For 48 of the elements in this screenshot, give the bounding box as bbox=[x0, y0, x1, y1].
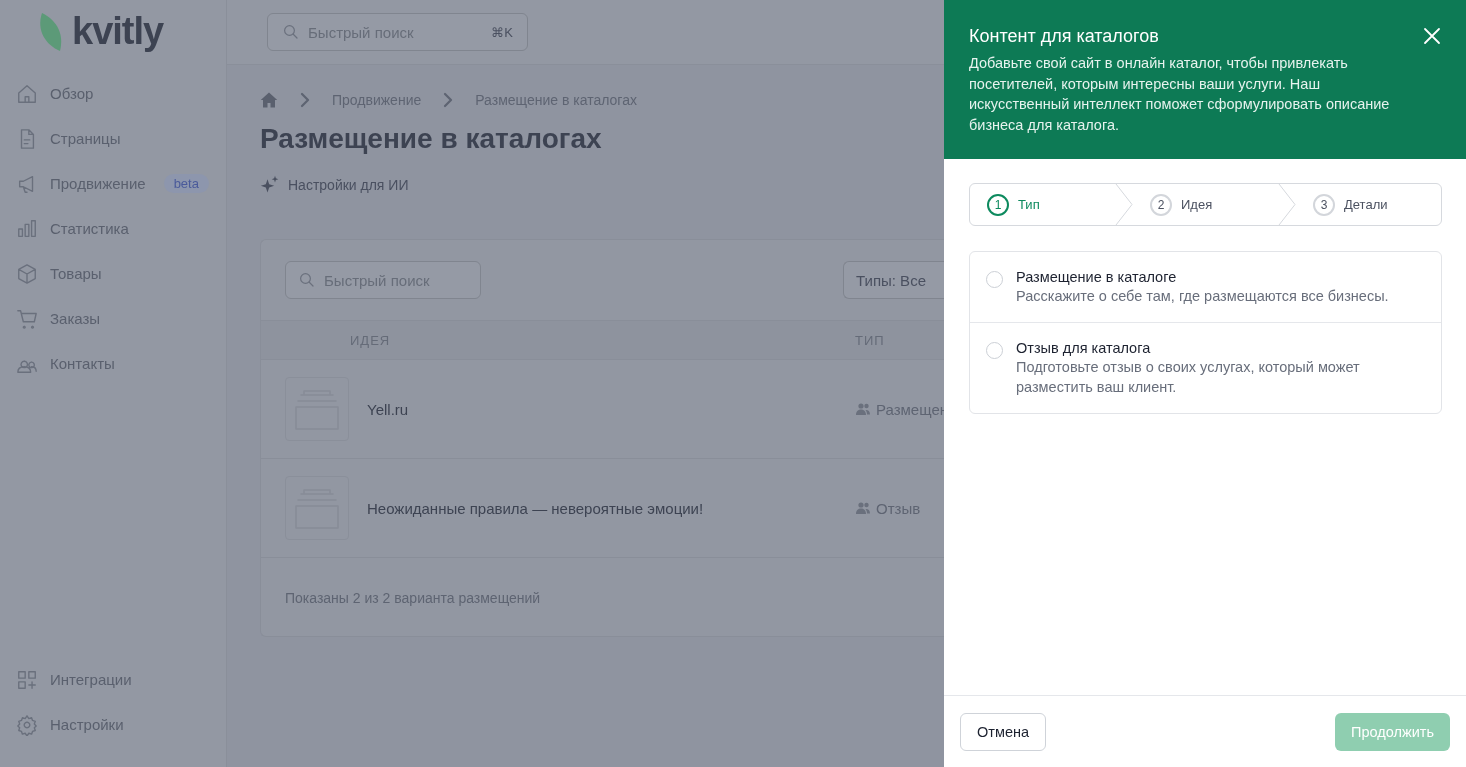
home-icon bbox=[16, 82, 38, 105]
people-icon bbox=[855, 500, 871, 516]
option-description: Расскажите о себе там, где размещаются все бизнесы. bbox=[1016, 287, 1389, 306]
option-title: Отзыв для каталога bbox=[1016, 340, 1152, 356]
option-description: Подготовьте отзыв о своих услугах, который может разместить ваш клиент. bbox=[1016, 358, 1361, 397]
sidebar-item[interactable]: Продвижение beta bbox=[0, 161, 226, 206]
cube-icon bbox=[16, 262, 38, 285]
sidebar-item[interactable]: Настройки bbox=[0, 702, 226, 747]
step[interactable]: 2 Идея bbox=[1133, 184, 1278, 225]
option-title: Размещение в каталоге bbox=[1016, 269, 1178, 285]
close-button[interactable] bbox=[1422, 26, 1442, 46]
idea-title[interactable]: Неожиданные правила — невероятные эмоции! bbox=[367, 499, 704, 517]
sidebar-item[interactable]: Статистика bbox=[0, 206, 226, 251]
search-icon bbox=[298, 271, 316, 289]
sidebar-label: Статистика bbox=[50, 220, 129, 237]
sidebar-item[interactable]: Страницы bbox=[0, 116, 226, 161]
bar-chart-icon bbox=[16, 217, 38, 240]
sidebar-label: Товары bbox=[50, 265, 102, 282]
sparkle-icon bbox=[260, 175, 280, 195]
sidebar-item[interactable]: Интеграции bbox=[0, 657, 226, 702]
sidebar-label: Настройки bbox=[50, 716, 124, 733]
page-title: Размещение в каталогах bbox=[260, 123, 603, 155]
sidebar-label: Интеграции bbox=[50, 671, 132, 688]
sidebar-label: Страницы bbox=[50, 130, 121, 147]
home-icon[interactable] bbox=[260, 91, 278, 109]
gear-icon bbox=[16, 713, 38, 736]
grid-plus-icon bbox=[16, 668, 38, 691]
drawer-title: Контент для каталогов bbox=[969, 26, 1160, 47]
ai-settings-link[interactable]: Настройки для ИИ bbox=[288, 177, 409, 193]
sidebar-label: Контакты bbox=[50, 355, 115, 372]
sidebar-item[interactable]: Контакты bbox=[0, 341, 226, 386]
idea-title[interactable]: Yell.ru bbox=[367, 400, 409, 418]
sidebar-item[interactable]: Заказы bbox=[0, 296, 226, 341]
beta-badge: beta bbox=[163, 174, 209, 193]
sidebar-label: Обзор bbox=[50, 85, 94, 102]
search-icon bbox=[282, 23, 300, 41]
sidebar-item[interactable]: Обзор bbox=[0, 71, 226, 116]
step[interactable]: 3 Детали bbox=[1296, 184, 1441, 225]
people-icon bbox=[855, 401, 871, 417]
logo-text: kvitly bbox=[72, 10, 164, 53]
sidebar-item[interactable]: Товары bbox=[0, 251, 226, 296]
cart-icon bbox=[16, 307, 38, 330]
cancel-button[interactable]: Отмена bbox=[960, 712, 1047, 751]
type-filter-dropdown[interactable]: Типы: Все bbox=[843, 261, 944, 299]
sidebar-label: Продвижение bbox=[50, 175, 146, 192]
step[interactable]: 1 Тип bbox=[970, 184, 1115, 225]
sidebar-label: Заказы bbox=[50, 310, 101, 327]
drawer-description: Добавьте свой сайт в онлайн каталог, чтобы привлекать посетителей, которым интересны ваши услуги. Наш искусственный интеллект поможет сформулировать описание бизнеса для каталога. bbox=[969, 54, 1391, 135]
